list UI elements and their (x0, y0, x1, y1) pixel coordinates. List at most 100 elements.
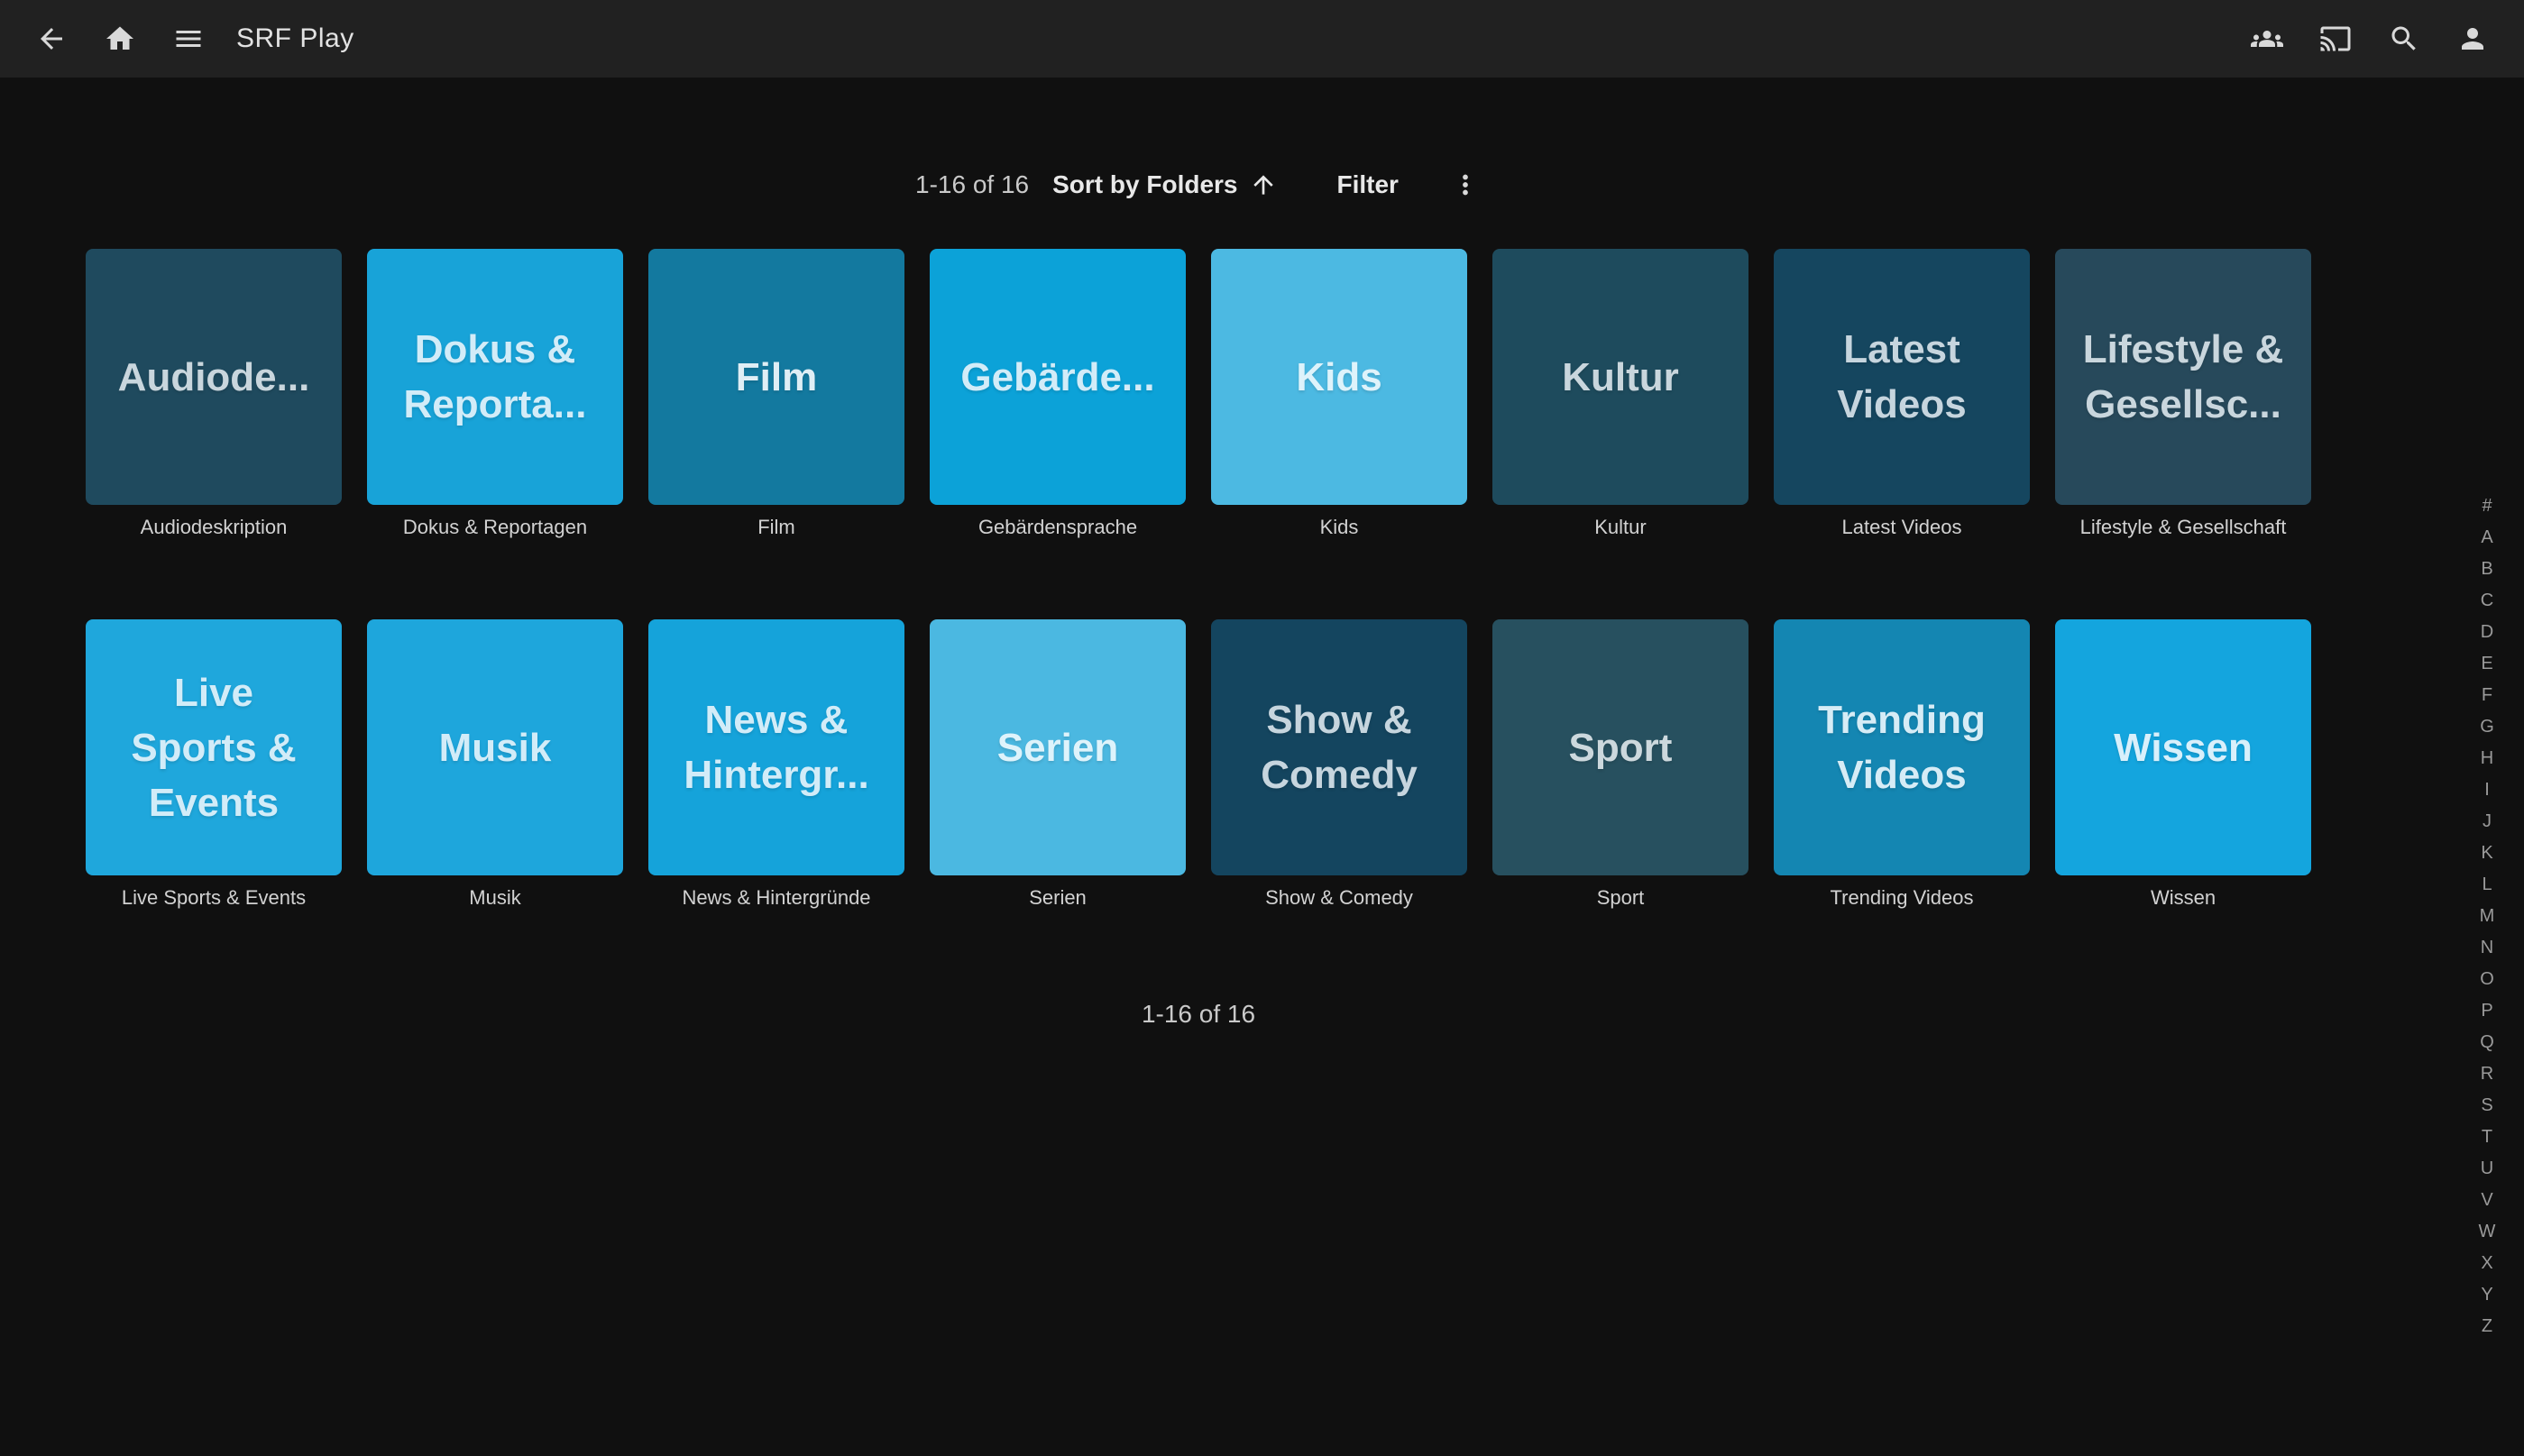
library-tile[interactable]: News &Hintergr... (648, 619, 904, 875)
library-tile[interactable]: Serien (930, 619, 1186, 875)
tile-caption[interactable]: Show & Comedy (1211, 884, 1467, 911)
library-cell: Lifestyle &Gesellsc... Lifestyle & Gesell… (2055, 249, 2311, 619)
tile-caption[interactable]: Serien (930, 884, 1186, 911)
alpha-letter[interactable]: M (2468, 901, 2506, 932)
cast-button[interactable] (2319, 23, 2352, 55)
library-tile[interactable]: LiveSports &Events (86, 619, 342, 875)
tile-caption[interactable]: Film (648, 514, 904, 541)
library-cell: Kids Kids (1211, 249, 1467, 619)
library-tile[interactable]: TrendingVideos (1774, 619, 2030, 875)
page-title: SRF Play (236, 23, 354, 54)
tile-title-line: Kultur (1562, 350, 1679, 405)
tile-caption[interactable]: Wissen (2055, 884, 2311, 911)
home-button[interactable] (104, 23, 136, 55)
alpha-letter[interactable]: Y (2468, 1279, 2506, 1311)
library-cell: Audiode... Audiodeskription (86, 249, 342, 619)
tile-title-line: Show & (1266, 692, 1411, 747)
library-cell: LatestVideosLatest Videos (1774, 249, 2030, 619)
tile-caption[interactable]: Latest Videos (1774, 514, 2030, 541)
arrow-up-icon (1249, 170, 1278, 199)
alpha-letter[interactable]: J (2468, 806, 2506, 838)
library-cell: Show &ComedyShow & Comedy (1211, 619, 1467, 990)
library-tile[interactable]: Gebärde... (930, 249, 1186, 505)
library-tile[interactable]: Film (648, 249, 904, 505)
app-bar-right-group (2251, 23, 2489, 55)
more-menu-button[interactable] (1449, 169, 1482, 201)
cast-icon (2319, 23, 2352, 55)
tile-title-line: Trending (1818, 692, 1986, 747)
user-button[interactable] (2456, 23, 2489, 55)
alpha-letter[interactable]: S (2468, 1090, 2506, 1122)
alpha-letter[interactable]: C (2468, 585, 2506, 617)
library-tile[interactable]: Wissen (2055, 619, 2311, 875)
tile-caption[interactable]: Kids (1211, 514, 1467, 541)
tile-title-line: Comedy (1261, 747, 1418, 802)
tile-title-line: Videos (1837, 377, 1966, 432)
library-cell: Sport Sport (1492, 619, 1748, 990)
tile-caption[interactable]: Live Sports & Events (86, 884, 342, 911)
alpha-letter[interactable]: N (2468, 932, 2506, 964)
library-tile[interactable]: Dokus &Reporta... (367, 249, 623, 505)
tile-caption[interactable]: Lifestyle & Gesellschaft (2055, 514, 2311, 541)
syncplay-button[interactable] (2251, 23, 2283, 55)
filter-button[interactable]: Filter (1337, 170, 1399, 199)
tile-title-line: Serien (997, 720, 1119, 775)
alpha-letter[interactable]: W (2468, 1216, 2506, 1248)
tile-title-line: Wissen (2114, 720, 2253, 775)
tile-caption[interactable]: Sport (1492, 884, 1748, 911)
back-button[interactable] (35, 23, 68, 55)
library-tile[interactable]: Lifestyle &Gesellsc... (2055, 249, 2311, 505)
tile-title-line: Latest (1843, 322, 1960, 377)
library-cell: Wissen Wissen (2055, 619, 2311, 990)
app-bar-left-group (35, 23, 205, 55)
sort-button[interactable]: Sort by Folders (1052, 170, 1277, 199)
alpha-letter[interactable]: G (2468, 711, 2506, 743)
tile-title-line: Lifestyle & (2083, 322, 2284, 377)
alpha-letter[interactable]: H (2468, 743, 2506, 774)
alpha-letter[interactable]: # (2468, 490, 2506, 522)
alpha-letter[interactable]: K (2468, 838, 2506, 869)
menu-button[interactable] (172, 23, 205, 55)
alpha-letter[interactable]: A (2468, 522, 2506, 554)
alpha-letter[interactable]: T (2468, 1122, 2506, 1153)
library-grid: Audiode... Audiodeskription Dokus &Reporta… (86, 249, 2311, 990)
library-tile[interactable]: Musik (367, 619, 623, 875)
library-tile[interactable]: Kids (1211, 249, 1467, 505)
hamburger-menu-icon (172, 23, 205, 55)
tile-caption[interactable]: Musik (367, 884, 623, 911)
alpha-letter[interactable]: F (2468, 680, 2506, 711)
alpha-letter[interactable]: D (2468, 617, 2506, 648)
item-count: 1-16 of 16 (915, 170, 1029, 199)
alpha-letter[interactable]: R (2468, 1058, 2506, 1090)
library-tile[interactable]: Kultur (1492, 249, 1748, 505)
alpha-letter[interactable]: E (2468, 648, 2506, 680)
tile-caption[interactable]: Kultur (1492, 514, 1748, 541)
tile-caption[interactable]: Audiodeskription (86, 514, 342, 541)
library-tile[interactable]: Audiode... (86, 249, 342, 505)
tile-caption[interactable]: Gebärdensprache (930, 514, 1186, 541)
alpha-letter[interactable]: Q (2468, 1027, 2506, 1058)
tile-title-line: Sport (1569, 720, 1673, 775)
tile-caption[interactable]: News & Hintergründe (648, 884, 904, 911)
alpha-letter[interactable]: O (2468, 964, 2506, 995)
tile-caption[interactable]: Trending Videos (1774, 884, 2030, 911)
alpha-letter[interactable]: L (2468, 869, 2506, 901)
alpha-letter[interactable]: V (2468, 1185, 2506, 1216)
alpha-letter[interactable]: I (2468, 774, 2506, 806)
library-tile[interactable]: Show &Comedy (1211, 619, 1467, 875)
tile-title-line: News & (705, 692, 849, 747)
pagination-count: 1-16 of 16 (86, 1001, 2311, 1028)
library-tile[interactable]: Sport (1492, 619, 1748, 875)
library-cell: Musik Musik (367, 619, 623, 990)
search-button[interactable] (2388, 23, 2420, 55)
alpha-letter[interactable]: P (2468, 995, 2506, 1027)
alpha-letter[interactable]: X (2468, 1248, 2506, 1279)
alpha-letter[interactable]: B (2468, 554, 2506, 585)
tile-caption[interactable]: Dokus & Reportagen (367, 514, 623, 541)
alpha-letter[interactable]: U (2468, 1153, 2506, 1185)
library-cell: Serien Serien (930, 619, 1186, 990)
library-tile[interactable]: LatestVideos (1774, 249, 2030, 505)
library-cell: Dokus &Reporta... Dokus & Reportagen (367, 249, 623, 619)
alpha-letter[interactable]: Z (2468, 1311, 2506, 1342)
search-icon (2388, 23, 2420, 55)
